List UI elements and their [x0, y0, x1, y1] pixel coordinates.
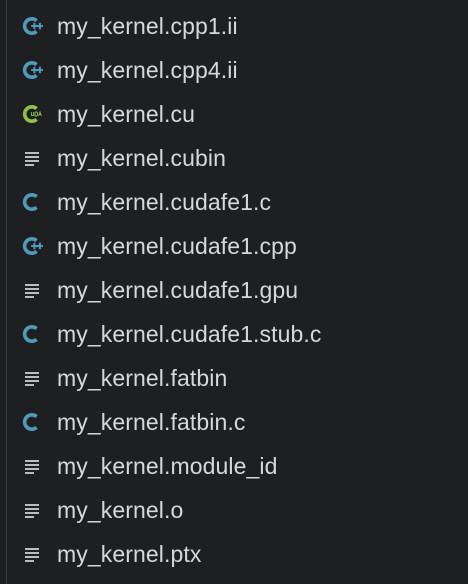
file-item-cudafe1-stub-c[interactable]: my_kernel.cudafe1.stub.c: [0, 312, 468, 356]
text-file-icon: [20, 454, 44, 478]
cpp-icon: [20, 58, 44, 82]
file-item-label: my_kernel.cu: [57, 100, 195, 127]
file-item-label: my_kernel.fatbin.c: [57, 408, 246, 435]
file-item-fatbin-c[interactable]: my_kernel.fatbin.c: [0, 400, 468, 444]
file-item-label: my_kernel.module_id: [57, 452, 278, 479]
c-icon: [20, 190, 44, 214]
file-item-label: my_kernel.cubin: [57, 144, 226, 171]
file-item-label: my_kernel.o: [57, 496, 184, 523]
file-item-label: my_kernel.cudafe1.cpp: [57, 232, 297, 259]
text-file-icon: [20, 146, 44, 170]
cpp-icon: [20, 14, 44, 38]
text-file-icon: [20, 278, 44, 302]
file-item-label: my_kernel.cudafe1.gpu: [57, 276, 299, 303]
file-explorer: my_kernel.cpp1.ii my_kernel.cpp4.ii my_k…: [0, 0, 468, 584]
text-file-icon: [20, 498, 44, 522]
text-file-icon: [20, 542, 44, 566]
file-item-label: my_kernel.ptx: [57, 540, 202, 567]
file-item-label: my_kernel.cudafe1.stub.c: [57, 320, 322, 347]
c-icon: [20, 410, 44, 434]
file-item-label: my_kernel.cpp1.ii: [57, 12, 238, 39]
c-icon: [20, 322, 44, 346]
file-item-module-id[interactable]: my_kernel.module_id: [0, 444, 468, 488]
text-file-icon: [20, 366, 44, 390]
file-item-cudafe1-cpp[interactable]: my_kernel.cudafe1.cpp: [0, 224, 468, 268]
file-item-fatbin[interactable]: my_kernel.fatbin: [0, 356, 468, 400]
file-item-label: my_kernel.fatbin: [57, 364, 228, 391]
file-item-cudafe1-c[interactable]: my_kernel.cudafe1.c: [0, 180, 468, 224]
file-item-label: my_kernel.cudafe1.c: [57, 188, 272, 215]
file-item-cpp4-ii[interactable]: my_kernel.cpp4.ii: [0, 48, 468, 92]
file-item-cudafe1-gpu[interactable]: my_kernel.cudafe1.gpu: [0, 268, 468, 312]
file-item-o[interactable]: my_kernel.o: [0, 488, 468, 532]
file-item-label: my_kernel.cpp4.ii: [57, 56, 238, 83]
file-item-cu[interactable]: my_kernel.cu: [0, 92, 468, 136]
cuda-icon: [20, 102, 44, 126]
file-item-cpp1-ii[interactable]: my_kernel.cpp1.ii: [0, 4, 468, 48]
file-item-cubin[interactable]: my_kernel.cubin: [0, 136, 468, 180]
cpp-icon: [20, 234, 44, 258]
file-list: my_kernel.cpp1.ii my_kernel.cpp4.ii my_k…: [0, 4, 468, 576]
file-item-ptx[interactable]: my_kernel.ptx: [0, 532, 468, 576]
